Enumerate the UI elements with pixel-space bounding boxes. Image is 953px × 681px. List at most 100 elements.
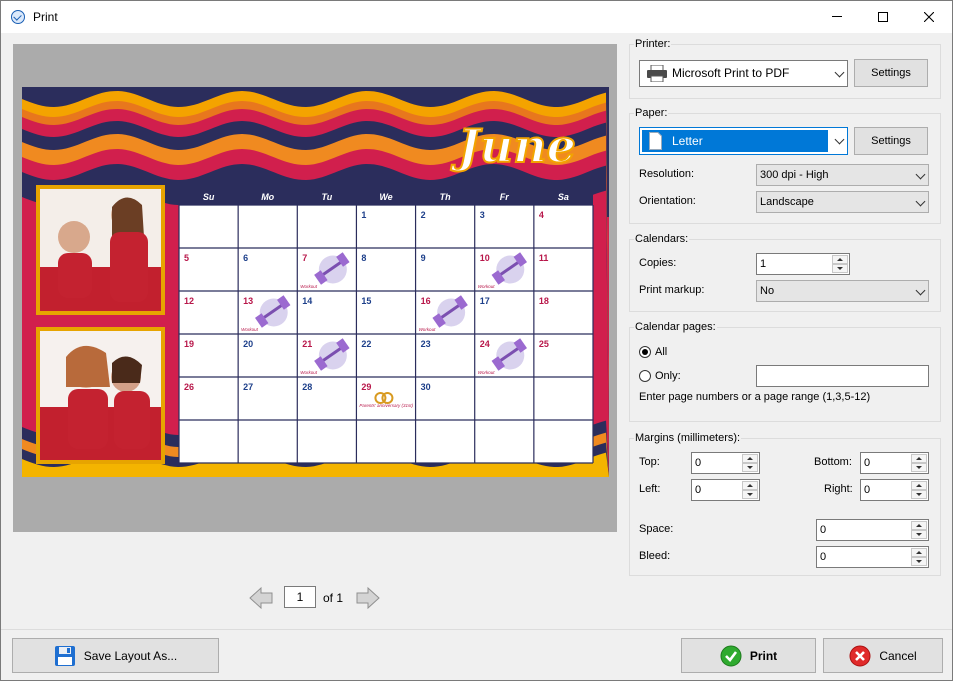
day-header: We <box>379 192 392 202</box>
next-page-button[interactable] <box>355 586 381 610</box>
checkmark-icon <box>720 645 742 666</box>
paper-group-label: Paper: <box>634 107 669 119</box>
resolution-value: 300 dpi - High <box>760 169 829 181</box>
calendar-pages-group-label: Calendar pages: <box>634 321 717 333</box>
left-margin-decrement[interactable] <box>742 490 758 499</box>
printer-select[interactable]: Microsoft Print to PDF <box>639 60 848 87</box>
space-increment[interactable] <box>911 521 927 530</box>
bottom-margin-stepper[interactable]: 0 <box>860 452 929 474</box>
maximize-button[interactable] <box>860 1 906 33</box>
orientation-select[interactable]: Landscape <box>756 191 929 213</box>
right-margin-value: 0 <box>864 484 871 496</box>
minimize-button[interactable] <box>814 1 860 33</box>
copies-stepper[interactable]: 1 <box>756 253 850 275</box>
paper-icon <box>649 132 662 150</box>
workout-label: Workout <box>300 370 318 375</box>
day-number: 13 <box>243 296 253 306</box>
workout-label: Workout <box>419 327 437 332</box>
orientation-label: Orientation: <box>639 195 696 207</box>
day-number: 11 <box>539 253 549 263</box>
left-margin-label: Left: <box>639 483 661 495</box>
right-margin-increment[interactable] <box>911 481 927 490</box>
margins-group-label: Margins (millimeters): <box>634 432 742 444</box>
top-margin-stepper[interactable]: 0 <box>691 452 760 474</box>
day-number: 18 <box>539 296 549 306</box>
only-pages-radio[interactable] <box>639 370 651 382</box>
right-margin-label: Right: <box>824 483 853 495</box>
bottom-margin-value: 0 <box>864 457 871 469</box>
day-number: 3 <box>480 210 485 220</box>
all-pages-radio[interactable] <box>639 346 651 358</box>
day-number: 5 <box>184 253 189 263</box>
day-number: 25 <box>539 339 549 349</box>
left-margin-increment[interactable] <box>742 481 758 490</box>
maximize-icon <box>878 12 888 22</box>
day-header: Fr <box>500 192 509 202</box>
bottom-margin-decrement[interactable] <box>911 463 927 472</box>
page-range-input[interactable] <box>756 365 929 387</box>
left-margin-value: 0 <box>695 484 702 496</box>
day-number: 22 <box>361 339 371 349</box>
bleed-stepper[interactable]: 0 <box>816 546 929 568</box>
page-count-label: of 1 <box>323 591 344 605</box>
copies-decrement[interactable] <box>832 264 848 273</box>
paper-select[interactable]: Letter <box>639 127 848 155</box>
space-stepper[interactable]: 0 <box>816 519 929 541</box>
footer-separator <box>1 629 952 630</box>
paper-settings-button[interactable]: Settings <box>854 127 928 155</box>
minimize-icon <box>832 16 842 17</box>
space-label: Space: <box>639 523 674 535</box>
calendars-group-label: Calendars: <box>634 233 690 245</box>
resolution-select[interactable]: 300 dpi - High <box>756 164 929 186</box>
close-button[interactable] <box>906 1 952 33</box>
day-number: 12 <box>184 296 194 306</box>
right-margin-decrement[interactable] <box>911 490 927 499</box>
day-header: Th <box>440 192 451 202</box>
all-pages-label: All <box>655 346 668 358</box>
calendar-grid: Su Mo Tu We Th Fr Sa 1 2 3 45 6Workout7 8 9Workout10… <box>178 185 594 464</box>
printer-settings-button[interactable]: Settings <box>854 59 928 87</box>
top-margin-increment[interactable] <box>742 454 758 463</box>
print-button[interactable]: Print <box>681 638 816 673</box>
left-margin-stepper[interactable]: 0 <box>691 479 760 501</box>
day-number: 7 <box>302 253 307 263</box>
page-range-hint: Enter page numbers or a page range (1,3,… <box>639 391 871 403</box>
bottom-margin-increment[interactable] <box>911 454 927 463</box>
cancel-button[interactable]: Cancel <box>823 638 943 673</box>
copies-increment[interactable] <box>832 255 848 264</box>
space-decrement[interactable] <box>911 530 927 539</box>
day-number: 16 <box>421 296 431 306</box>
cancel-label: Cancel <box>879 648 917 663</box>
photo-top <box>36 185 165 315</box>
floppy-disk-icon <box>54 645 75 666</box>
paper-selected-value: Letter <box>672 134 703 148</box>
day-number: 23 <box>421 339 431 349</box>
day-number: 19 <box>184 339 194 349</box>
day-header: Mo <box>261 192 274 202</box>
print-markup-select[interactable]: No <box>756 280 929 302</box>
day-number: 21 <box>302 339 312 349</box>
bleed-value: 0 <box>820 551 827 563</box>
day-number: 8 <box>361 253 366 263</box>
bottom-margin-label: Bottom: <box>814 456 852 468</box>
arrow-left-icon <box>249 586 273 610</box>
bleed-decrement[interactable] <box>911 557 927 566</box>
day-number: 29 <box>361 382 371 392</box>
anniversary-label: Parents' anniversary (31st) <box>359 403 413 408</box>
resolution-label: Resolution: <box>639 168 695 180</box>
print-label: Print <box>749 648 778 663</box>
save-layout-label: Save Layout As... <box>83 648 178 663</box>
printer-selected-value: Microsoft Print to PDF <box>672 66 790 80</box>
right-margin-stepper[interactable]: 0 <box>860 479 929 501</box>
arrow-right-icon <box>356 586 380 610</box>
previous-page-button[interactable] <box>248 586 274 610</box>
photo-bottom <box>36 327 165 464</box>
day-number: 17 <box>480 296 490 306</box>
save-layout-button[interactable]: Save Layout As... <box>12 638 219 673</box>
top-margin-decrement[interactable] <box>742 463 758 472</box>
bleed-increment[interactable] <box>911 548 927 557</box>
page-number-input[interactable]: 1 <box>284 586 316 608</box>
workout-label: Workout <box>478 284 496 289</box>
workout-label: Workout <box>300 284 318 289</box>
day-number: 6 <box>243 253 248 263</box>
